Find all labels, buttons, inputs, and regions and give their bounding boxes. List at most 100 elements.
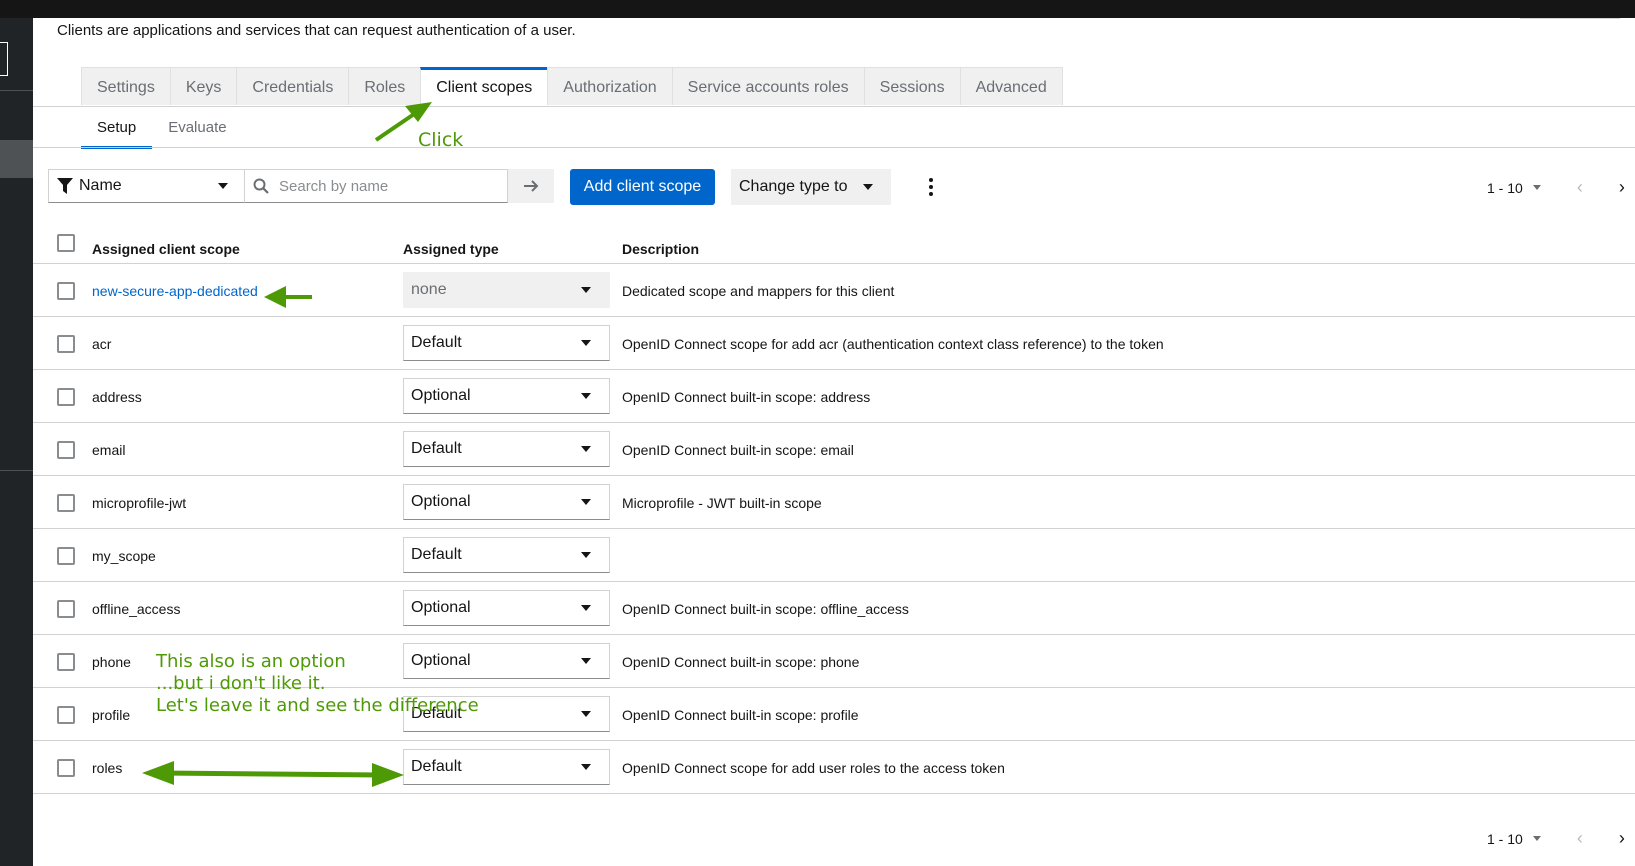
tab-authorization[interactable]: Authorization bbox=[547, 67, 673, 105]
scope-description: OpenID Connect built-in scope: email bbox=[622, 442, 854, 458]
row-checkbox[interactable] bbox=[57, 600, 75, 618]
sidebar-divider bbox=[0, 90, 33, 91]
scope-name: my_scope bbox=[92, 548, 156, 564]
tab-roles[interactable]: Roles bbox=[348, 67, 422, 105]
scope-name: phone bbox=[92, 654, 131, 670]
sidebar bbox=[0, 18, 33, 866]
annotation-line: ...but i don't like it. bbox=[156, 673, 326, 694]
caret-down-icon bbox=[581, 658, 591, 664]
tab-sessions[interactable]: Sessions bbox=[863, 67, 961, 105]
table-row: roles Default OpenID Connect scope for a… bbox=[33, 741, 1635, 794]
assigned-type-select[interactable]: Default bbox=[403, 431, 610, 467]
caret-down-icon[interactable] bbox=[1532, 836, 1541, 841]
column-header-type: Assigned type bbox=[403, 241, 499, 257]
change-type-dropdown[interactable]: Change type to bbox=[731, 169, 891, 205]
scope-name: profile bbox=[92, 707, 131, 723]
assigned-type-value: none bbox=[411, 281, 447, 298]
caret-down-icon bbox=[581, 605, 591, 611]
previous-page-icon[interactable]: ‹ bbox=[1577, 177, 1583, 198]
table-header: Assigned client scope Assigned type Desc… bbox=[33, 223, 1635, 264]
add-client-scope-button[interactable]: Add client scope bbox=[570, 169, 715, 205]
pagination-top: 1 - 10 ‹ › bbox=[1487, 177, 1625, 198]
assigned-type-select[interactable]: Optional bbox=[403, 378, 610, 414]
subtab-divider bbox=[33, 147, 1635, 148]
caret-down-icon bbox=[581, 393, 591, 399]
row-checkbox[interactable] bbox=[57, 282, 75, 300]
client-tabs: Settings Keys Credentials Roles Client s… bbox=[81, 67, 1063, 106]
sidebar-divider bbox=[0, 470, 33, 471]
tab-advanced[interactable]: Advanced bbox=[959, 67, 1063, 105]
scope-description: OpenID Connect scope for add user roles … bbox=[622, 760, 1005, 776]
subtab-setup[interactable]: Setup bbox=[81, 110, 153, 149]
pagination-range[interactable]: 1 - 10 bbox=[1487, 831, 1523, 847]
table-row: my_scope Default bbox=[33, 529, 1635, 582]
caret-down-icon bbox=[581, 552, 591, 558]
filter-select[interactable]: Name bbox=[48, 169, 245, 203]
assigned-type-select[interactable]: Optional bbox=[403, 590, 610, 626]
toolbar: Name Add client scope Change type to bbox=[48, 169, 1635, 205]
top-bar bbox=[0, 0, 1635, 18]
sidebar-item-active[interactable] bbox=[0, 140, 33, 178]
row-checkbox[interactable] bbox=[57, 335, 75, 353]
table-row: address Optional OpenID Connect built-in… bbox=[33, 370, 1635, 423]
table-row: new-secure-app-dedicated none Dedicated … bbox=[33, 264, 1635, 317]
assigned-type-select[interactable]: Default bbox=[403, 537, 610, 573]
scope-name: acr bbox=[92, 336, 112, 352]
assigned-type-select[interactable]: Optional bbox=[403, 484, 610, 520]
tab-service-accounts-roles[interactable]: Service accounts roles bbox=[671, 67, 865, 105]
scope-name: offline_access bbox=[92, 601, 181, 617]
caret-down-icon[interactable] bbox=[1532, 185, 1541, 190]
tab-client-scopes[interactable]: Client scopes bbox=[420, 67, 549, 105]
caret-down-icon bbox=[863, 184, 873, 190]
assigned-type-select[interactable]: Default bbox=[403, 325, 610, 361]
search-submit-button[interactable] bbox=[508, 169, 554, 203]
pagination-range[interactable]: 1 - 10 bbox=[1487, 180, 1523, 196]
subtab-evaluate[interactable]: Evaluate bbox=[152, 110, 242, 146]
assigned-type-value: Default bbox=[411, 546, 462, 563]
tab-divider bbox=[33, 106, 1635, 107]
scope-description: Dedicated scope and mappers for this cli… bbox=[622, 283, 895, 299]
tab-keys[interactable]: Keys bbox=[169, 67, 238, 105]
assigned-type-value: Default bbox=[411, 440, 462, 457]
caret-down-icon bbox=[581, 499, 591, 505]
kebab-menu-icon[interactable] bbox=[924, 173, 938, 201]
next-page-icon[interactable]: › bbox=[1619, 177, 1625, 198]
caret-down-icon bbox=[581, 764, 591, 770]
scope-description: OpenID Connect scope for add acr (authen… bbox=[622, 336, 1164, 352]
assigned-type-value: Optional bbox=[411, 387, 471, 404]
select-all-checkbox[interactable] bbox=[57, 234, 75, 252]
scope-description: OpenID Connect built-in scope: profile bbox=[622, 707, 859, 723]
scope-name: email bbox=[92, 442, 126, 458]
assigned-type-select[interactable]: Default bbox=[403, 749, 610, 785]
sidebar-toggle[interactable] bbox=[0, 42, 8, 76]
scope-name-link[interactable]: new-secure-app-dedicated bbox=[92, 283, 258, 299]
row-checkbox[interactable] bbox=[57, 494, 75, 512]
row-checkbox[interactable] bbox=[57, 547, 75, 565]
search-input[interactable] bbox=[277, 176, 501, 196]
page-description: Clients are applications and services th… bbox=[57, 22, 576, 39]
assigned-type-select: none bbox=[403, 272, 610, 308]
row-checkbox[interactable] bbox=[57, 441, 75, 459]
filter-label: Name bbox=[79, 177, 122, 194]
sub-tabs: Setup Evaluate bbox=[81, 110, 243, 149]
assigned-type-value: Optional bbox=[411, 493, 471, 510]
caret-down-icon bbox=[581, 340, 591, 346]
tab-credentials[interactable]: Credentials bbox=[236, 67, 350, 105]
caret-down-icon bbox=[218, 183, 228, 189]
caret-down-icon bbox=[581, 287, 591, 293]
annotation-line: This also is an option bbox=[156, 651, 346, 672]
scope-name: roles bbox=[92, 760, 123, 776]
row-checkbox[interactable] bbox=[57, 759, 75, 777]
previous-page-icon[interactable]: ‹ bbox=[1577, 828, 1583, 849]
annotation-click: Click bbox=[418, 129, 464, 151]
tab-settings[interactable]: Settings bbox=[81, 67, 171, 105]
annotation-line: Let's leave it and see the difference bbox=[156, 695, 479, 716]
filter-icon bbox=[57, 178, 73, 194]
row-checkbox[interactable] bbox=[57, 388, 75, 406]
row-checkbox[interactable] bbox=[57, 706, 75, 724]
row-checkbox[interactable] bbox=[57, 653, 75, 671]
assigned-type-value: Default bbox=[411, 334, 462, 351]
next-page-icon[interactable]: › bbox=[1619, 828, 1625, 849]
assigned-type-value: Default bbox=[411, 758, 462, 775]
table-row: microprofile-jwt Optional Microprofile -… bbox=[33, 476, 1635, 529]
